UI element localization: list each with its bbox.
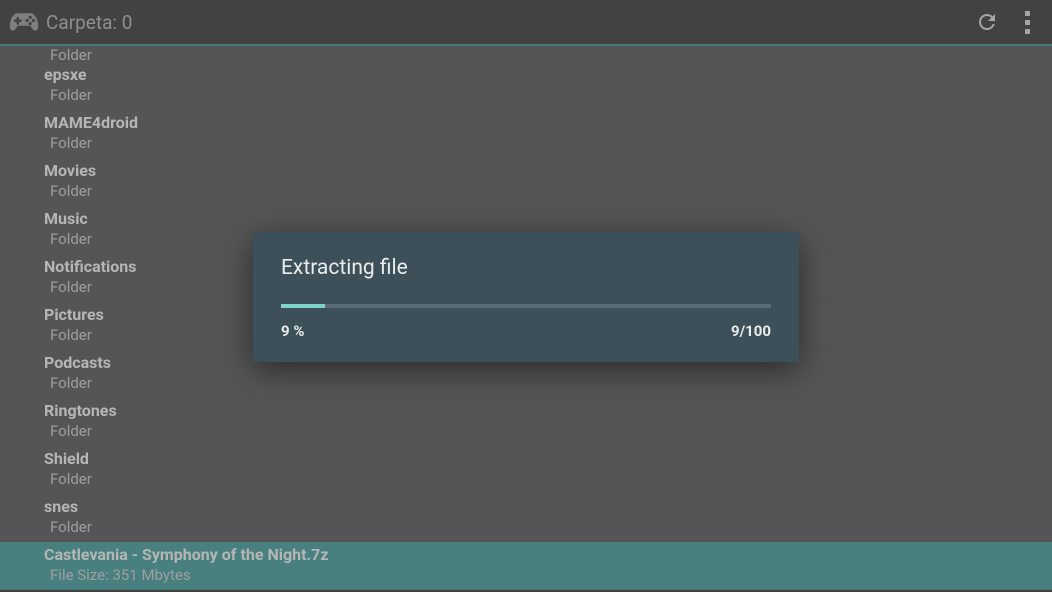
progress-bar [281,304,771,308]
progress-count-label: 9/100 [731,322,771,340]
dialog-title: Extracting file [281,256,771,280]
progress-fill [281,304,325,308]
progress-dialog: Extracting file 9 % 9/100 [253,232,799,362]
progress-text: 9 % 9/100 [281,322,771,340]
progress-percent-label: 9 % [281,322,304,340]
